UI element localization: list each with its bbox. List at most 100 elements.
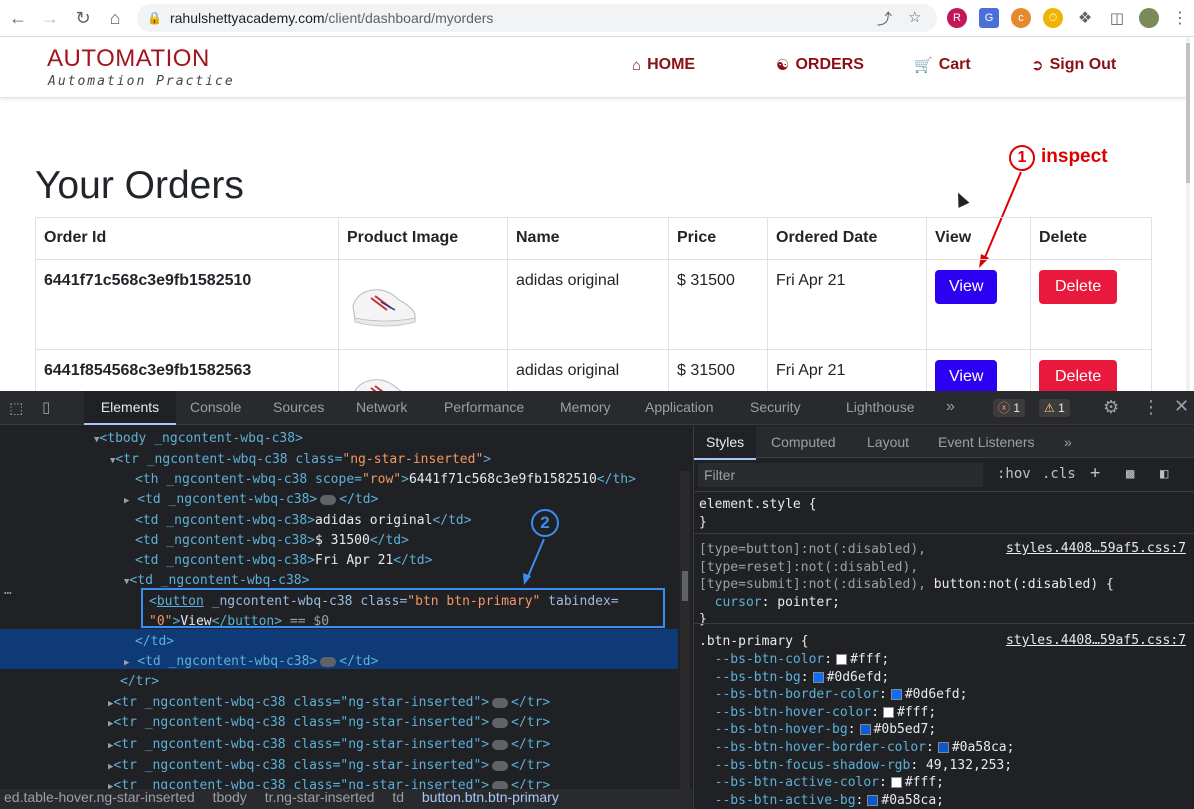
dom-node[interactable]: </td> [135,632,174,652]
nav-home[interactable]: ⌂ HOME [632,56,695,74]
dom-node[interactable]: <td _ngcontent-wbq-c38>adidas original</… [135,511,472,531]
address-bar[interactable]: 🔒 rahulshettyacademy.com/client/dashboar… [137,4,937,32]
tab-performance[interactable]: Performance [444,391,524,425]
class-toggle[interactable]: .cls [1042,466,1076,482]
device-toolbar-icon[interactable]: ▯ [42,398,50,416]
tab-security[interactable]: Security [750,391,801,425]
dom-node[interactable]: ▶ <td _ngcontent-wbq-c38> </td> [124,652,378,673]
css-declaration[interactable]: --bs-btn-hover-border-color: #0a58ca; [699,739,1015,757]
new-rule-icon[interactable]: + [1090,463,1100,483]
tab-lighthouse[interactable]: Lighthouse [846,391,915,425]
nav-sign-out[interactable]: ➲ Sign Out [1031,56,1116,74]
color-swatch[interactable] [890,689,902,701]
dom-node[interactable]: ▶<tr _ngcontent-wbq-c38 class="ng-star-i… [108,735,550,756]
breadcrumb-item-current[interactable]: button.btn.btn-primary [422,789,559,805]
nav-orders[interactable]: ☯ ORDERS [776,56,864,74]
btn-primary-rule[interactable]: .btn-primary { [699,633,809,651]
dom-node[interactable]: ▶<tr _ngcontent-wbq-c38 class="ng-star-i… [108,693,550,714]
close-devtools-icon[interactable]: ✕ [1174,396,1189,417]
timer-extension-icon[interactable]: ⏱ [1043,8,1063,28]
dom-node[interactable]: ▼<tbody _ngcontent-wbq-c38> [94,429,303,450]
tab-sources[interactable]: Sources [273,391,324,425]
dom-node[interactable]: ▼<tr _ngcontent-wbq-c38 class="ng-star-i… [110,450,491,471]
more-panes-icon[interactable]: » [1064,426,1072,458]
browser-menu-icon[interactable]: ⋮ [1170,8,1190,28]
element-style-rule[interactable]: element.style { } [699,496,816,531]
dom-node[interactable]: ▶ <td _ngcontent-wbq-c38> </td> [124,490,378,511]
reload-icon[interactable]: ↻ [67,2,99,34]
page-scrollbar-thumb[interactable] [1186,43,1190,183]
back-icon[interactable]: ← [2,2,34,34]
dom-node[interactable]: ▶<tr _ngcontent-wbq-c38 class="ng-star-i… [108,713,550,734]
profile-avatar[interactable] [1139,8,1159,28]
view-button[interactable]: View [935,270,998,304]
nav-cart[interactable]: 🛒 Cart [914,56,971,74]
css-declaration[interactable]: --bs-btn-active-color: #fff; [699,774,1014,792]
more-tabs-icon[interactable]: » [946,398,955,416]
toggle-sidebar-icon[interactable]: ◧ [1160,466,1168,482]
dom-node[interactable]: <th _ngcontent-wbq-c38 scope="row">6441f… [135,470,636,490]
breadcrumb-item[interactable]: tbody [213,789,247,805]
warning-count-badge[interactable]: ⚠ 1 [1039,399,1070,417]
settings-gear-icon[interactable]: ⚙ [1103,397,1119,418]
color-swatch[interactable] [937,741,949,753]
home-icon[interactable]: ⌂ [99,2,131,34]
color-swatch[interactable] [867,794,879,806]
rendering-emulation-icon[interactable]: ▩ [1126,466,1134,482]
node-ellipsis-icon[interactable]: ⋯ [4,584,12,604]
breadcrumb-item[interactable]: ed.table-hover.ng-star-inserted [4,789,195,805]
color-swatch[interactable] [890,777,902,789]
view-button[interactable]: View [935,360,998,391]
breadcrumb-item[interactable]: tr.ng-star-inserted [265,789,375,805]
tab-elements[interactable]: Elements [84,391,176,425]
bookmark-star-icon[interactable]: ☆ [908,8,921,26]
tab-application[interactable]: Application [645,391,714,425]
css-property-value: #fff; [850,652,890,667]
forward-icon[interactable]: → [34,2,66,34]
cookie-extension-icon[interactable]: c [1011,8,1031,28]
tab-styles[interactable]: Styles [694,426,757,460]
dom-node[interactable]: ▶<tr _ngcontent-wbq-c38 class="ng-star-i… [108,756,550,777]
translate-extension-icon[interactable]: G [979,8,999,28]
color-swatch[interactable] [859,724,871,736]
color-swatch[interactable] [812,671,824,683]
side-panel-icon[interactable]: ◫ [1107,8,1127,28]
css-declaration[interactable]: --bs-btn-bg: #0d6efd; [699,669,1014,687]
customize-menu-icon[interactable]: ⋮ [1142,397,1160,418]
color-swatch[interactable] [883,706,895,718]
elements-scrollbar[interactable] [680,471,690,806]
order-id: 6441f854568c3e9fb1582563 [35,349,339,391]
page-scrollbar[interactable] [1186,37,1190,391]
hover-state-toggle[interactable]: :hov [997,466,1031,482]
extensions-puzzle-icon[interactable]: ❖ [1075,8,1095,28]
color-swatch[interactable] [836,654,848,665]
tab-layout[interactable]: Layout [867,426,909,458]
dom-node[interactable]: </tr> [120,672,159,692]
product-image [354,379,402,391]
css-declaration[interactable]: --bs-btn-border-color: #0d6efd; [699,686,1014,704]
error-count-badge[interactable]: ⓧ 1 [993,399,1026,417]
extension-icon[interactable]: R [947,8,967,28]
css-declaration[interactable]: --bs-btn-hover-color: #fff; [699,704,1014,722]
inspect-element-icon[interactable]: ⬚ [9,399,23,417]
css-declaration[interactable]: --bs-btn-color: #fff; [699,651,1014,669]
dom-node[interactable]: <td _ngcontent-wbq-c38>$ 31500</td> [135,531,409,551]
stylesheet-link[interactable]: styles.4408…59af5.css:7 [1006,633,1186,648]
button-cursor-rule[interactable]: [type=button]:not(:disabled), [type=rese… [699,541,1114,629]
tab-console[interactable]: Console [190,391,241,425]
tab-memory[interactable]: Memory [560,391,611,425]
delete-button[interactable]: Delete [1039,360,1118,391]
tab-network[interactable]: Network [356,391,407,425]
breadcrumb-item[interactable]: td [392,789,404,805]
styles-filter-input[interactable]: Filter [698,463,983,487]
tab-computed[interactable]: Computed [771,426,836,458]
dom-node[interactable]: <td _ngcontent-wbq-c38>Fri Apr 21</td> [135,551,432,571]
share-icon[interactable]: ⤴ [877,8,892,29]
elements-scrollbar-thumb[interactable] [682,571,688,601]
delete-button[interactable]: Delete [1039,270,1118,304]
css-declaration[interactable]: --bs-btn-active-bg: #0a58ca; [699,792,1014,809]
css-declaration[interactable]: --bs-btn-focus-shadow-rgb: 49,132,253; [699,757,1014,775]
site-brand[interactable]: AUTOMATION [47,45,210,73]
tab-event-listeners[interactable]: Event Listeners [938,426,1035,458]
css-declaration[interactable]: --bs-btn-hover-bg: #0b5ed7; [699,721,1014,739]
